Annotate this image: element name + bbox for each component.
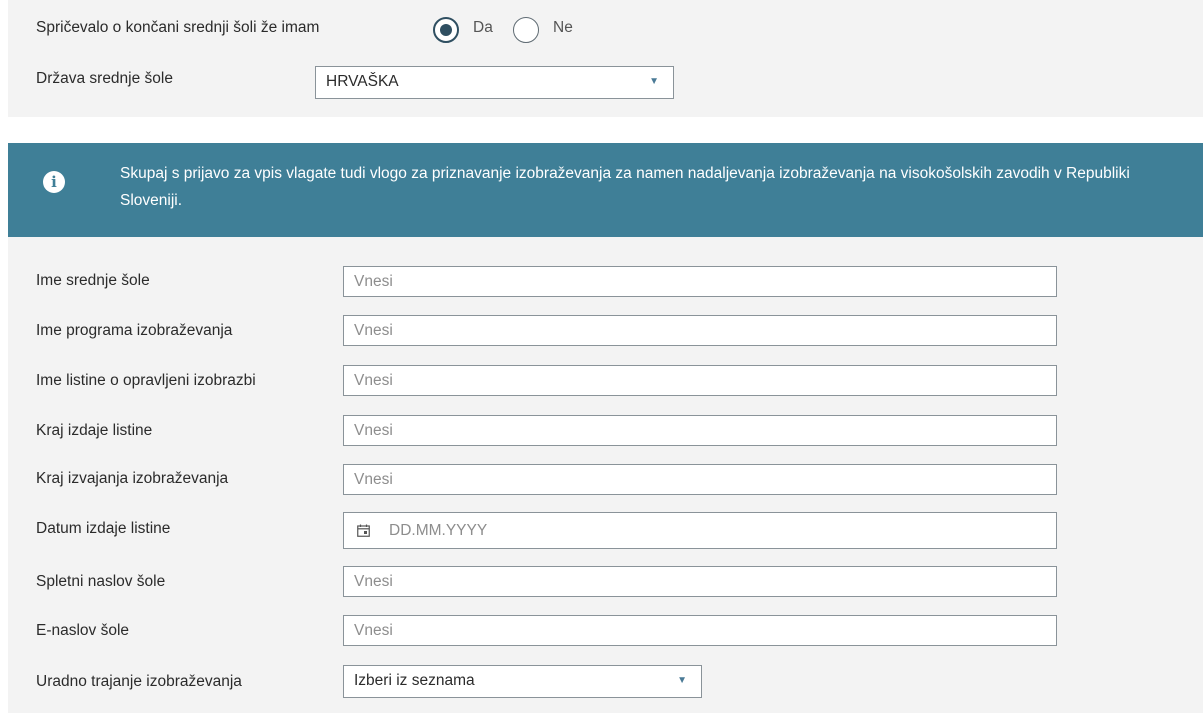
field-label-school-name: Ime srednje šole <box>36 272 150 289</box>
duration-label: Uradno trajanje izobraževanja <box>36 673 242 690</box>
issue-place-input[interactable]: Vnesi <box>343 415 1057 446</box>
radio-ne[interactable] <box>513 17 539 43</box>
website-input[interactable]: Vnesi <box>343 566 1057 597</box>
calendar-icon <box>357 524 370 537</box>
program-name-input[interactable]: Vnesi <box>343 315 1057 346</box>
school-certificate-panel <box>8 0 1203 117</box>
field-label-document-name: Ime listine o opravljeni izobrazbi <box>36 372 256 389</box>
issue-date-placeholder: DD.MM.YYYY <box>389 522 488 539</box>
country-label: Država srednje šole <box>36 70 173 87</box>
info-icon: i <box>43 171 65 193</box>
radio-ne-label: Ne <box>553 19 573 36</box>
field-label-website: Spletni naslov šole <box>36 573 166 590</box>
country-select[interactable]: HRVAŠKA ▼ <box>315 66 674 99</box>
field-label-issue-date: Datum izdaje listine <box>36 520 171 537</box>
duration-select-value: Izberi iz seznama <box>354 672 475 689</box>
certificate-question-label: Spričevalo o končani srednji šoli že ima… <box>36 19 320 36</box>
country-select-value: HRVAŠKA <box>326 73 399 90</box>
radio-da[interactable] <box>433 17 459 43</box>
field-label-email: E-naslov šole <box>36 622 130 639</box>
field-label-issue-place: Kraj izdaje listine <box>36 422 153 439</box>
field-label-education-place: Kraj izvajanja izobraževanja <box>36 470 229 487</box>
chevron-down-icon: ▼ <box>677 675 687 686</box>
email-input[interactable]: Vnesi <box>343 615 1057 646</box>
radio-da-label: Da <box>473 19 493 36</box>
issue-date-input[interactable]: DD.MM.YYYY <box>343 512 1057 549</box>
education-place-input[interactable]: Vnesi <box>343 464 1057 495</box>
document-name-input[interactable]: Vnesi <box>343 365 1057 396</box>
info-banner-text: Skupaj s prijavo za vpis vlagate tudi vl… <box>120 165 1130 209</box>
school-name-input[interactable]: Vnesi <box>343 266 1057 297</box>
field-label-program-name: Ime programa izobraževanja <box>36 322 233 339</box>
chevron-down-icon: ▼ <box>649 76 659 87</box>
duration-select[interactable]: Izberi iz seznama ▼ <box>343 665 702 698</box>
